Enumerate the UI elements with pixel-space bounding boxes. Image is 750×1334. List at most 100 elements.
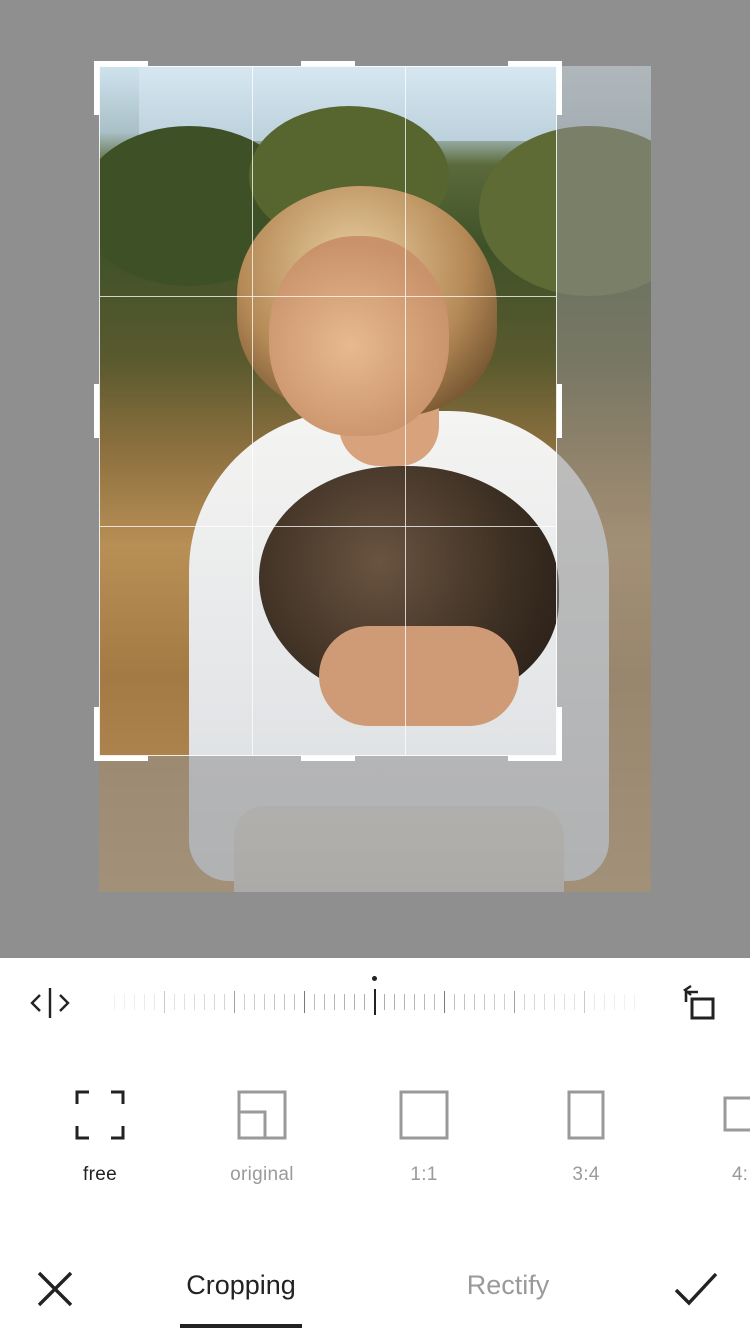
crop-grid-line (100, 526, 556, 527)
rotation-dial-tick (624, 994, 625, 1010)
tab-active-indicator (180, 1324, 302, 1328)
rotation-dial-tick (594, 994, 595, 1010)
rotation-dial-tick (174, 994, 175, 1010)
crop-grid-line (252, 67, 253, 755)
confirm-button[interactable] (672, 1268, 720, 1310)
ratio-free-label: free (83, 1164, 117, 1185)
checkmark-icon (674, 1272, 718, 1306)
crop-frame[interactable] (99, 66, 557, 756)
rotation-dial-tick (224, 994, 225, 1010)
crop-handle-top[interactable] (301, 61, 355, 66)
crop-handle-bottom-left[interactable] (94, 707, 99, 761)
close-icon (37, 1271, 73, 1307)
rotation-dial-tick (494, 994, 495, 1010)
rotation-dial-tick (434, 994, 435, 1010)
rotation-dial-tick (114, 994, 115, 1010)
rotation-dial-tick (584, 991, 585, 1013)
rotation-dial-tick (444, 991, 445, 1013)
free-crop-icon (75, 1090, 125, 1140)
rotation-dial-tick (284, 994, 285, 1010)
rotation-dial-tick (524, 994, 525, 1010)
rotation-dial-tick (254, 994, 255, 1010)
rotation-dial-tick (374, 989, 376, 1015)
rotation-dial-tick (304, 991, 305, 1013)
landscape-ratio-icon (723, 1096, 750, 1132)
flip-horizontal-icon (30, 988, 70, 1018)
rotation-dial-tick (264, 994, 265, 1010)
ratio-4-3-label: 4: (732, 1164, 748, 1185)
crop-handle-left[interactable] (94, 384, 99, 438)
crop-handle-top-right[interactable] (557, 61, 562, 115)
ratio-1-1[interactable]: 1:1 (364, 1084, 484, 1194)
rotation-dial-tick (464, 994, 465, 1010)
rotation-dial-tick (454, 994, 455, 1010)
rotation-dial-tick (604, 994, 605, 1010)
crop-handle-bottom-right[interactable] (508, 756, 562, 761)
crop-grid-line (100, 296, 556, 297)
rotation-dial-tick (134, 994, 135, 1010)
rotation-dial-tick (544, 994, 545, 1010)
rotation-dial-tick (194, 994, 195, 1010)
cancel-button[interactable] (34, 1268, 76, 1310)
crop-handle-bottom[interactable] (301, 756, 355, 761)
rotation-dial-tick (324, 994, 325, 1010)
rotation-dial-tick (234, 991, 235, 1013)
rotation-dial-tick (364, 994, 365, 1010)
ratio-3-4-label: 3:4 (572, 1164, 600, 1185)
rotation-dial-tick (574, 994, 575, 1010)
rotation-dial-tick (314, 994, 315, 1010)
tab-cropping[interactable]: Cropping (180, 1270, 302, 1332)
ratio-original-label: original (230, 1164, 294, 1185)
rotation-dial-indicator (372, 976, 377, 981)
ratio-3-4[interactable]: 3:4 (526, 1084, 646, 1194)
rotation-dial-tick (384, 994, 385, 1010)
rotation-dial-tick (294, 994, 295, 1010)
rotation-dial-tick (124, 994, 125, 1010)
tab-cropping-label: Cropping (186, 1270, 296, 1300)
ratio-free[interactable]: free (40, 1084, 160, 1194)
ratio-original[interactable]: original (202, 1084, 322, 1194)
crop-canvas (0, 0, 750, 958)
crop-handle-top-right[interactable] (508, 61, 562, 66)
rotation-dial-tick (484, 994, 485, 1010)
rotation-dial-tick (144, 994, 145, 1010)
original-ratio-icon (237, 1090, 287, 1140)
crop-grid-line (405, 67, 406, 755)
rotation-dial-tick (634, 994, 635, 1010)
rotation-dial-tick (504, 994, 505, 1010)
rotation-dial-tick (184, 994, 185, 1010)
rotation-dial-tick (514, 991, 515, 1013)
rotation-dial-tick (154, 994, 155, 1010)
rotation-dial-tick (564, 994, 565, 1010)
crop-handle-bottom-right[interactable] (557, 707, 562, 761)
rotation-dial-tick (164, 991, 165, 1013)
rotation-dial-tick (214, 994, 215, 1010)
rotation-dial-tick (204, 994, 205, 1010)
crop-handle-bottom-left[interactable] (94, 756, 148, 761)
tab-rectify[interactable]: Rectify (456, 1270, 560, 1332)
rotation-dial-tick (614, 994, 615, 1010)
crop-dim-right (557, 66, 651, 892)
flip-horizontal-button[interactable] (28, 984, 72, 1022)
rotation-dial-tick (244, 994, 245, 1010)
crop-handle-right[interactable] (557, 384, 562, 438)
rotation-dial-tick (554, 994, 555, 1010)
rotation-dial[interactable] (104, 972, 644, 1022)
ratio-1-1-label: 1:1 (410, 1164, 438, 1185)
rotation-dial-tick (534, 994, 535, 1010)
crop-handle-top-left[interactable] (94, 61, 99, 115)
rotation-dial-tick (334, 994, 335, 1010)
rotation-dial-tick (354, 994, 355, 1010)
rotation-dial-tick (274, 994, 275, 1010)
rotation-dial-tick (394, 994, 395, 1010)
rotate-button[interactable] (678, 980, 722, 1024)
tab-rectify-label: Rectify (466, 1270, 550, 1300)
rotation-dial-tick (404, 994, 405, 1010)
square-ratio-icon (399, 1090, 449, 1140)
portrait-ratio-icon (567, 1090, 605, 1140)
rotation-dial-tick (474, 994, 475, 1010)
rotate-icon (682, 985, 715, 1020)
crop-handle-top-left[interactable] (94, 61, 148, 66)
ratio-4-3[interactable]: 4: (690, 1084, 750, 1194)
rotation-dial-tick (424, 994, 425, 1010)
